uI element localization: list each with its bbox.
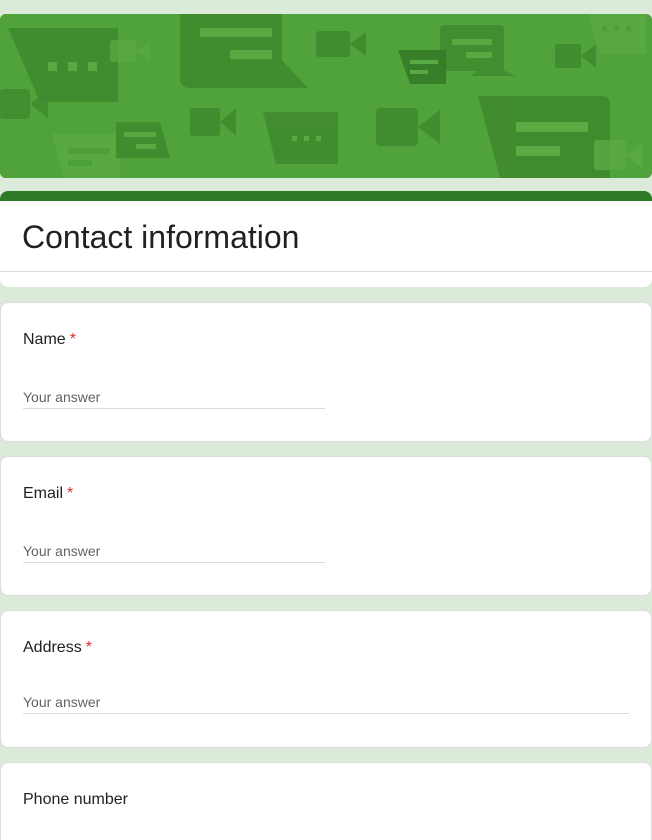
address-input[interactable]: [23, 690, 629, 714]
required-asterisk: *: [85, 639, 92, 656]
header-banner: [0, 14, 652, 178]
email-input[interactable]: [23, 539, 325, 563]
banner-pattern: [0, 14, 652, 178]
title-accent-bar: [0, 191, 652, 201]
required-asterisk: *: [69, 331, 76, 348]
question-label: Address *: [23, 639, 92, 657]
question-label: Name *: [23, 331, 76, 349]
title-divider: [0, 271, 652, 272]
name-input[interactable]: [23, 385, 325, 409]
message-icon: [478, 96, 610, 178]
question-card-name: Name *: [0, 302, 652, 442]
question-card-email: Email *: [0, 456, 652, 596]
form-page: Contact information Name* Email* Address…: [0, 0, 652, 840]
question-card-address: Address *: [0, 610, 652, 748]
chat-bubble-icon: [263, 112, 338, 164]
required-asterisk: *: [67, 485, 74, 502]
question-title: Name: [23, 331, 66, 348]
question-label: Phone number: [23, 791, 128, 809]
question-title: Address: [23, 639, 82, 656]
question-card-phone: Phone number: [0, 762, 652, 840]
message-icon: [52, 134, 120, 178]
question-title: Phone number: [23, 791, 128, 808]
form-title-card: Contact information: [0, 191, 652, 287]
question-label: Email *: [23, 485, 73, 503]
question-title: Email: [23, 485, 64, 502]
form-title: Contact information: [22, 219, 300, 255]
